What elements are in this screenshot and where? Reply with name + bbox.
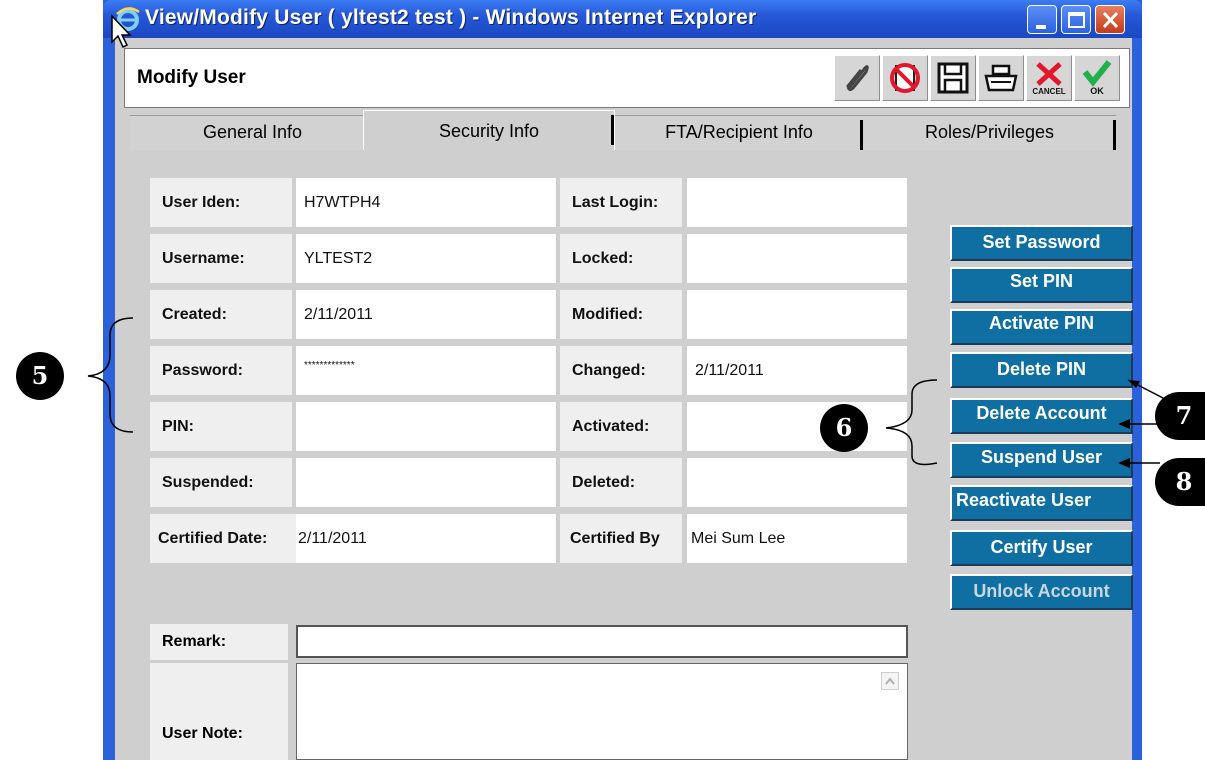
tab-general-info[interactable]: General Info (130, 115, 375, 150)
suspended-value (296, 458, 556, 507)
modify-user-header: Modify User CANCEL OK (124, 48, 1130, 108)
locked-value (687, 234, 907, 283)
ok-caption: OK (1090, 86, 1104, 96)
client-area: Modify User CANCEL OK General Info Secur (115, 38, 1133, 760)
callout-8-badge: 8 (1155, 458, 1205, 506)
tab-fta-recipient-info[interactable]: FTA/Recipient Info (615, 115, 863, 150)
cancel-icon[interactable]: CANCEL (1026, 55, 1072, 101)
changed-label: Changed: (560, 346, 682, 395)
certify-user-button[interactable]: Certify User (950, 530, 1133, 566)
browser-window: View/Modify User ( yltest2 test ) - Wind… (103, 0, 1142, 760)
password-value: ************* (296, 346, 556, 395)
user-note-textarea[interactable] (296, 663, 908, 760)
mouse-cursor-icon (111, 14, 132, 49)
activated-label: Activated: (560, 402, 682, 451)
activate-pin-button[interactable]: Activate PIN (950, 309, 1133, 345)
print-icon[interactable] (978, 55, 1024, 101)
user-note-label: User Note: (150, 663, 288, 760)
attach-icon[interactable] (834, 55, 880, 101)
set-pin-button[interactable]: Set PIN (950, 267, 1133, 303)
last-login-value (687, 178, 907, 227)
deleted-value (687, 458, 907, 507)
locked-label: Locked: (560, 234, 682, 283)
tab-strip: General Info Security Info FTA/Recipient… (130, 110, 1125, 150)
ok-icon[interactable]: OK (1074, 55, 1120, 101)
password-label: Password: (150, 346, 292, 395)
no-entry-icon[interactable] (882, 55, 928, 101)
delete-pin-button[interactable]: Delete PIN (950, 352, 1133, 388)
cancel-caption: CANCEL (1032, 87, 1065, 96)
pin-value (296, 402, 556, 451)
minimize-icon[interactable] (1027, 5, 1057, 34)
last-login-label: Last Login: (560, 178, 682, 227)
user-iden-value: H7WTPH4 (296, 178, 556, 227)
modified-label: Modified: (560, 290, 682, 339)
suspend-user-button[interactable]: Suspend User (950, 442, 1133, 478)
certified-date-label: Certified Date: (150, 514, 296, 563)
activated-value (687, 402, 907, 451)
set-password-button[interactable]: Set Password (950, 225, 1133, 261)
modified-value (687, 290, 907, 339)
unlock-account-button[interactable]: Unlock Account (950, 574, 1133, 610)
created-value: 2/11/2011 (296, 290, 556, 339)
certified-date-value: 2/11/2011 (296, 514, 556, 563)
username-value: YLTEST2 (296, 234, 556, 283)
scroll-up-icon[interactable] (881, 672, 899, 690)
callout-7-badge: 7 (1155, 392, 1205, 440)
maximize-icon[interactable] (1061, 5, 1091, 34)
page-title: Modify User (137, 67, 246, 88)
close-icon[interactable] (1095, 5, 1125, 34)
username-label: Username: (150, 234, 292, 283)
callout-6-badge: 6 (820, 404, 868, 452)
tab-security-info[interactable]: Security Info (363, 110, 615, 150)
security-info-panel: User Iden: H7WTPH4 Last Login: Username:… (130, 150, 1133, 760)
save-icon[interactable] (930, 55, 976, 101)
created-label: Created: (150, 290, 292, 339)
pin-label: PIN: (150, 402, 292, 451)
changed-value: 2/11/2011 (687, 346, 907, 395)
window-title: View/Modify User ( yltest2 test ) - Wind… (145, 6, 757, 29)
reactivate-user-button[interactable]: Reactivate User (950, 485, 1133, 521)
callout-5-badge: 5 (16, 352, 64, 400)
remark-input[interactable] (296, 625, 908, 658)
user-iden-label: User Iden: (150, 178, 292, 227)
suspended-label: Suspended: (150, 458, 292, 507)
remark-label: Remark: (150, 624, 288, 660)
certified-by-label: Certified By (560, 514, 682, 563)
delete-account-button[interactable]: Delete Account (950, 398, 1133, 434)
certified-by-value: Mei Sum Lee (687, 514, 907, 563)
tab-roles-privileges[interactable]: Roles/Privileges (863, 115, 1116, 150)
title-bar[interactable]: View/Modify User ( yltest2 test ) - Wind… (103, 0, 1142, 38)
deleted-label: Deleted: (560, 458, 682, 507)
